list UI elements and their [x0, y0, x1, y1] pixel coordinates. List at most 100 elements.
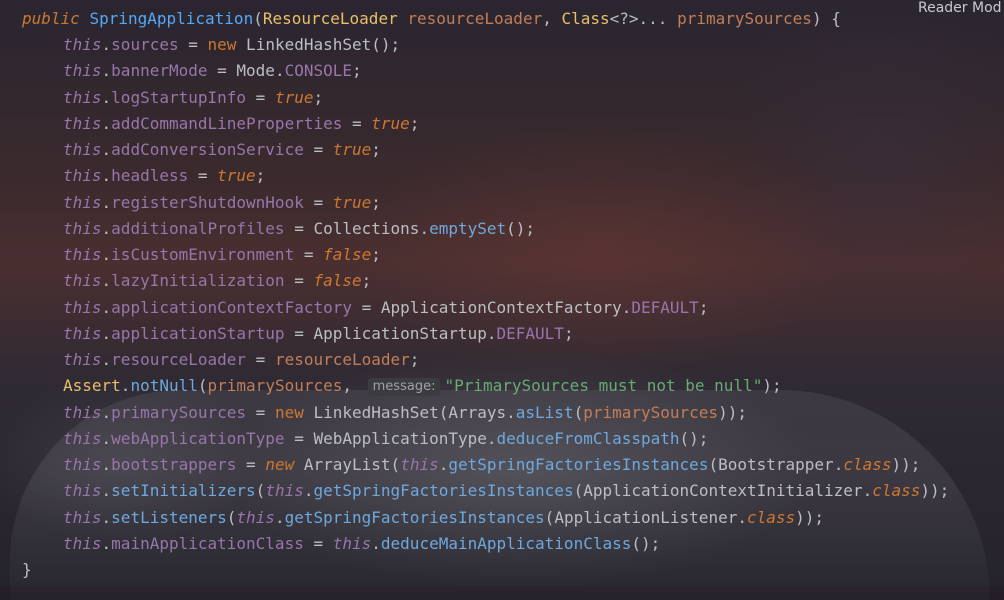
operator: = — [246, 403, 275, 422]
semicolon: ; — [361, 271, 372, 290]
field-name: bootstrappers — [111, 455, 237, 474]
code-line: Assert.notNull(primarySources, message: "… — [63, 373, 782, 399]
dot: . — [101, 166, 112, 185]
semicolon: ; — [409, 114, 420, 133]
type-ref: Bootstrapper — [718, 455, 834, 474]
method-call: deduceMainApplicationClass — [380, 534, 632, 553]
call-end: )); — [718, 403, 747, 422]
semicolon: ; — [371, 245, 381, 264]
field-name: mainApplicationClass — [111, 534, 304, 553]
semicolon: ; — [698, 298, 709, 317]
dot: . — [101, 193, 112, 212]
this-keyword: this — [63, 534, 102, 553]
boolean-literal: false — [323, 245, 372, 264]
semicolon: ; — [352, 61, 362, 80]
boolean-literal: true — [332, 193, 372, 212]
code-line: this.sources = new LinkedHashSet(); — [63, 32, 400, 58]
field-name: addCommandLineProperties — [111, 114, 343, 133]
code-line: this.isCustomEnvironment = false; — [63, 242, 381, 268]
this-keyword: this — [63, 140, 102, 159]
operator: = — [207, 61, 237, 80]
boolean-literal: false — [313, 271, 362, 290]
semicolon: ; — [371, 140, 381, 159]
field-name: bannerMode — [111, 61, 208, 80]
dot: . — [737, 508, 747, 527]
dot: . — [486, 324, 497, 343]
dot: . — [101, 35, 112, 54]
boolean-literal: true — [274, 88, 314, 107]
boolean-literal: true — [371, 114, 410, 133]
code-line-closing-brace: } — [22, 557, 32, 583]
field-name: additionalProfiles — [111, 219, 285, 238]
type-ref: LinkedHashSet(Arrays. — [303, 403, 516, 422]
paren: ( — [197, 376, 208, 395]
parameter-name: resourceLoader — [407, 9, 543, 28]
code-line: this.bootstrappers = new ArrayList(this.… — [63, 452, 920, 478]
punct: ) { — [811, 9, 841, 28]
method-call: setInitializers — [111, 481, 256, 500]
constant: DEFAULT — [631, 298, 699, 317]
code-line: this.applicationContextFactory = Applica… — [63, 295, 708, 321]
code-line: this.applicationStartup = ApplicationSta… — [63, 321, 574, 347]
operator: = — [246, 350, 275, 369]
code-line: this.webApplicationType = WebApplication… — [63, 426, 708, 452]
dot: . — [101, 455, 112, 474]
field-name: lazyInitialization — [111, 271, 285, 290]
dot: . — [101, 324, 112, 343]
reader-mode-button[interactable]: Reader Mod — [918, 0, 1002, 16]
this-keyword: this — [63, 245, 102, 264]
this-keyword: this — [63, 403, 102, 422]
operator: = — [236, 455, 266, 474]
this-keyword: this — [63, 508, 102, 527]
code-line: this.registerShutdownHook = true; — [63, 190, 381, 216]
type-name: Class — [561, 9, 610, 28]
operator: = — [246, 88, 275, 107]
type-ref: ArrayList( — [294, 455, 401, 474]
call-end: (); — [631, 534, 661, 553]
constant: DEFAULT — [496, 324, 564, 343]
call-end: )); — [920, 481, 950, 500]
method-call: deduceFromClasspath — [496, 429, 680, 448]
code-line: this.setInitializers(this.getSpringFacto… — [63, 478, 949, 504]
semicolon: ; — [255, 166, 266, 185]
operator: = — [303, 140, 333, 159]
call-end: )); — [891, 455, 921, 474]
code-line: this.addCommandLineProperties = true; — [63, 111, 419, 137]
this-keyword: this — [400, 455, 439, 474]
parameter-name-hint: message: — [367, 378, 441, 396]
operator: = — [284, 271, 314, 290]
type-name: ResourceLoader — [262, 9, 398, 28]
paren: ( — [255, 481, 266, 500]
operator: = — [352, 298, 381, 317]
dot: . — [371, 534, 381, 553]
code-line: this.additionalProfiles = Collections.em… — [63, 216, 535, 242]
this-keyword: this — [265, 481, 304, 500]
this-keyword: this — [63, 61, 102, 80]
this-keyword: this — [63, 35, 102, 54]
dot: . — [833, 455, 844, 474]
dot: . — [862, 481, 873, 500]
field-name: resourceLoader — [111, 350, 247, 369]
closing-brace: } — [22, 560, 32, 579]
dot: . — [101, 481, 112, 500]
type-ref: Assert — [63, 376, 121, 395]
method-call: getSpringFactoriesInstances — [448, 455, 709, 474]
type-ref: Mode — [236, 61, 275, 80]
dot: . — [101, 61, 112, 80]
dot: . — [120, 376, 131, 395]
dot: . — [101, 429, 112, 448]
field-name: primarySources — [111, 403, 247, 422]
code-line: this.lazyInitialization = false; — [63, 268, 371, 294]
code-line: this.primarySources = new LinkedHashSet(… — [63, 400, 747, 426]
code-editor[interactable]: public SpringApplication(ResourceLoader … — [0, 0, 1004, 586]
constant: CONSOLE — [284, 61, 353, 80]
field-name: isCustomEnvironment — [111, 245, 295, 264]
paren: ( — [226, 508, 237, 527]
parameter-name: primarySources — [677, 9, 812, 28]
boolean-literal: true — [332, 140, 372, 159]
keyword-class: class — [872, 481, 921, 500]
parameter-ref: primarySources — [207, 376, 343, 395]
dot: . — [486, 429, 497, 448]
this-keyword: this — [63, 350, 102, 369]
dot: . — [101, 403, 112, 422]
